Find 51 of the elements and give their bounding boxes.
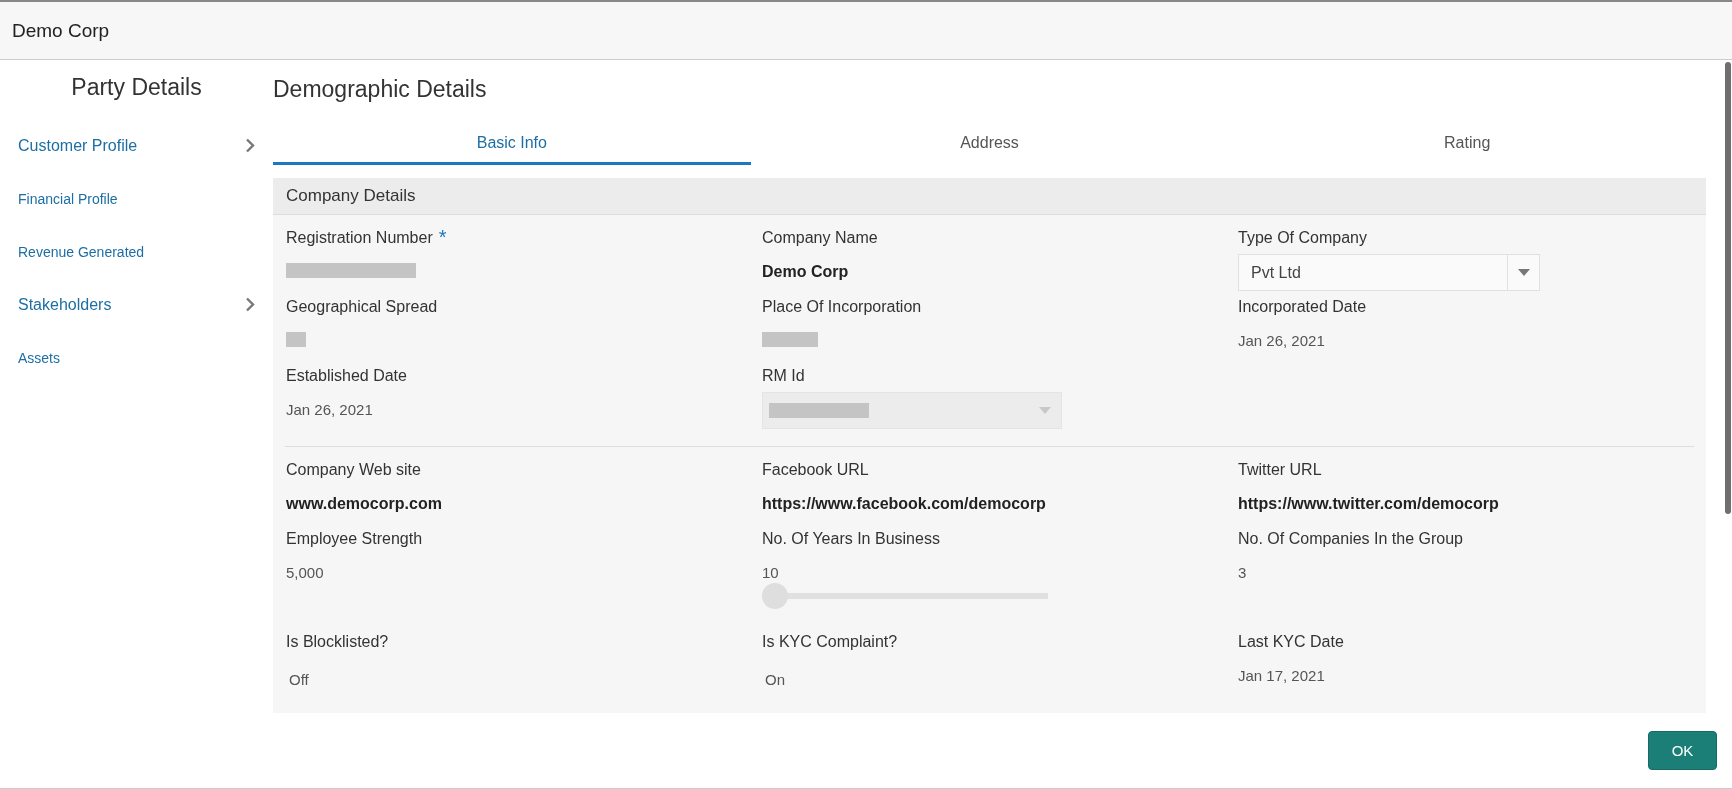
ok-button[interactable]: OK bbox=[1648, 731, 1717, 770]
field-value: 10 bbox=[762, 564, 780, 581]
field-label: Twitter URL bbox=[1238, 461, 1322, 479]
field-label: Employee Strength bbox=[286, 530, 423, 548]
field-value: Jan 26, 2021 bbox=[286, 401, 374, 418]
field-label: Place Of Incorporation bbox=[762, 298, 922, 316]
window-title: Demo Corp bbox=[12, 19, 110, 42]
field-value: Jan 17, 2021 bbox=[1238, 667, 1326, 684]
page-title: Demographic Details bbox=[273, 76, 488, 103]
sidebar-link[interactable]: Revenue Generated bbox=[18, 243, 145, 260]
tab[interactable]: Address bbox=[750, 123, 1229, 165]
field-label: Company Web site bbox=[286, 461, 421, 479]
caret-down-icon bbox=[1039, 407, 1051, 414]
sidebar-title: Party Details bbox=[71, 74, 202, 101]
select-field[interactable]: Pvt Ltd bbox=[1238, 254, 1540, 291]
required-mark: * bbox=[438, 229, 447, 245]
field-label: Established Date bbox=[286, 367, 407, 385]
slider-thumb[interactable] bbox=[762, 583, 788, 609]
caret-down-icon bbox=[1517, 269, 1530, 276]
redacted-value bbox=[762, 332, 818, 347]
sidebar-link[interactable]: Stakeholders bbox=[18, 295, 112, 314]
chevron-right-icon[interactable] bbox=[245, 297, 255, 312]
field-label: Incorporated Date bbox=[1238, 298, 1367, 316]
field-label: Is KYC Complaint? bbox=[762, 633, 898, 651]
field-value: https://www.facebook.com/democorp bbox=[762, 495, 1047, 513]
field-label: Last KYC Date bbox=[1238, 633, 1344, 651]
redacted-value bbox=[286, 332, 306, 347]
sidebar-link[interactable]: Customer Profile bbox=[18, 136, 138, 155]
chevron-right-icon[interactable] bbox=[245, 138, 255, 153]
sidebar-link[interactable]: Financial Profile bbox=[18, 190, 118, 207]
field-value: On bbox=[765, 671, 786, 688]
field-label: Facebook URL bbox=[762, 461, 869, 479]
panel-title: Company Details bbox=[286, 186, 416, 206]
field-value: Jan 26, 2021 bbox=[1238, 332, 1326, 349]
field-label: No. Of Years In Business bbox=[762, 530, 940, 548]
field-label: Geographical Spread bbox=[286, 298, 438, 316]
field-value: 3 bbox=[1238, 564, 1248, 581]
field-label: Type Of Company bbox=[1238, 229, 1367, 247]
field-label: Is Blocklisted? bbox=[286, 633, 389, 651]
field-value: https://www.twitter.com/democorp bbox=[1238, 495, 1500, 513]
field-value: www.democorp.com bbox=[286, 495, 443, 513]
field-value: Demo Corp bbox=[762, 263, 850, 281]
tab[interactable]: Rating bbox=[1228, 123, 1706, 165]
field-label: No. Of Companies In the Group bbox=[1238, 530, 1463, 548]
field-label: Registration Number bbox=[286, 229, 433, 247]
field-label: Company Name bbox=[762, 229, 878, 247]
sidebar-link[interactable]: Assets bbox=[18, 349, 60, 366]
field-value: Off bbox=[289, 671, 310, 688]
field-label: RM Id bbox=[762, 367, 805, 385]
field-value: 5,000 bbox=[286, 564, 325, 581]
tab[interactable]: Basic Info bbox=[273, 123, 751, 165]
